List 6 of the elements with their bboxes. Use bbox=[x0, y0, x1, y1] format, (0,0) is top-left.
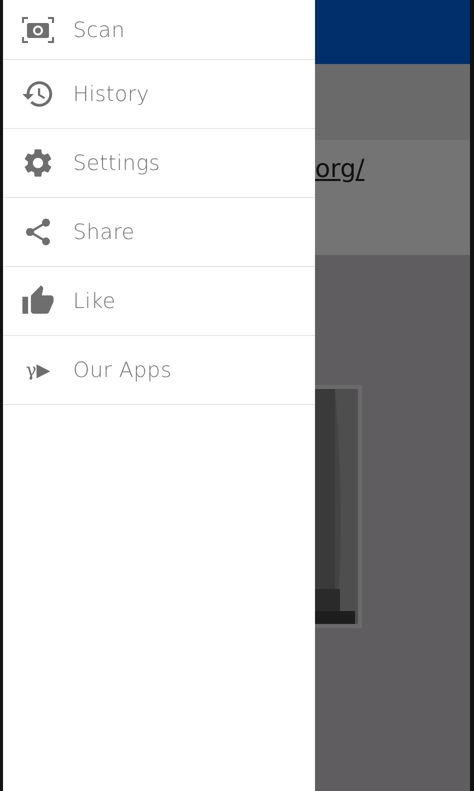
menu-item[interactable]: Settings bbox=[3, 129, 315, 198]
menu-item[interactable]: Scan bbox=[3, 0, 315, 60]
camera-scan-icon bbox=[22, 16, 54, 42]
menu-item[interactable]: Like bbox=[3, 267, 315, 336]
apps-glyph-icon: γ▶ bbox=[26, 360, 50, 380]
link[interactable]: org/ bbox=[315, 154, 364, 183]
